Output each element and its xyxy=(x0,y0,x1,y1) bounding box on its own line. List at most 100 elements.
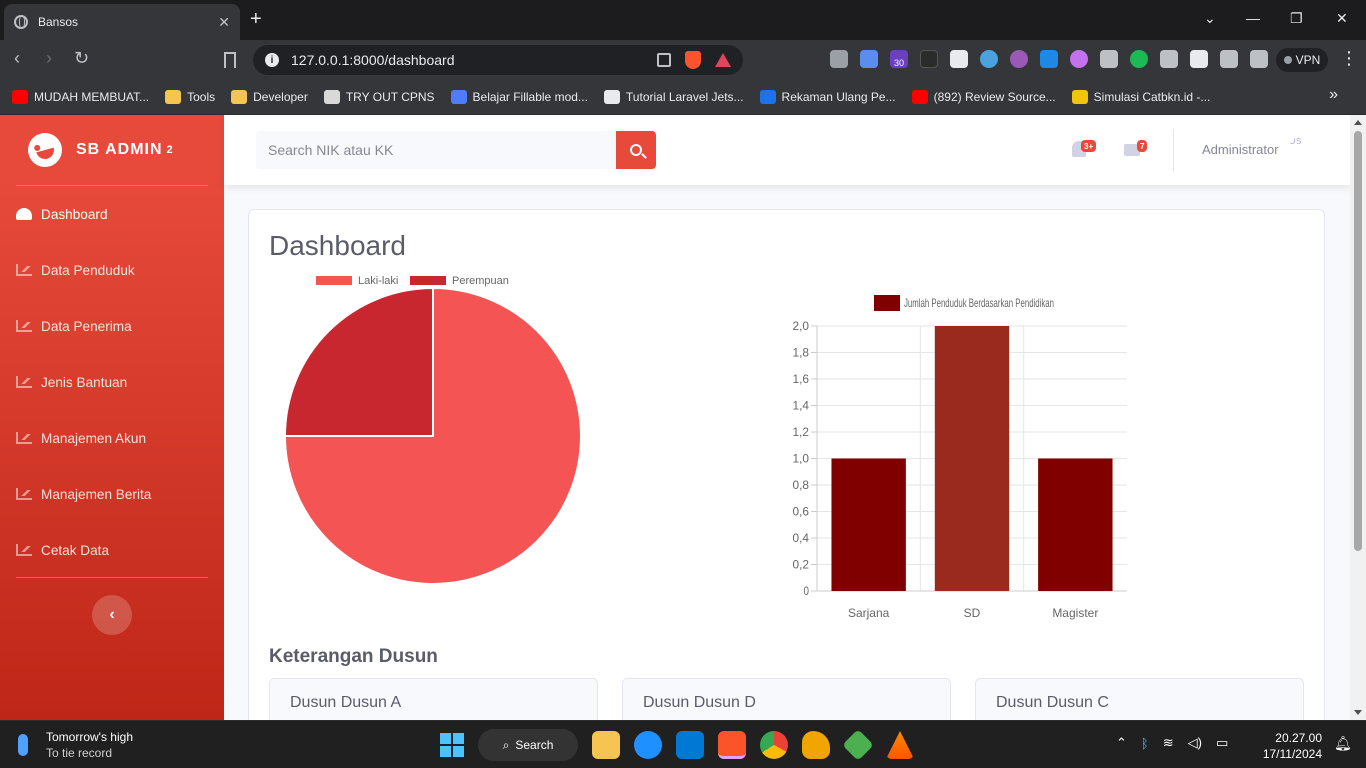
dashboard-card: Dashboard Laki-laki Perempuan Jumlah Pend… xyxy=(248,209,1325,720)
bookmark-item[interactable]: (892) Review Source... xyxy=(911,90,1056,104)
avatar[interactable]: Us xyxy=(1288,135,1320,167)
y-tick-label: 0 xyxy=(804,584,810,598)
weather-widget[interactable]: Tomorrow's high To tie record xyxy=(18,729,133,761)
wifi-icon[interactable]: ≋ xyxy=(1163,735,1174,751)
reload-icon[interactable]: ↻ xyxy=(74,48,89,69)
laugh-wink-icon xyxy=(24,129,66,171)
page-title: Dashboard xyxy=(269,230,406,261)
vpn-button[interactable]: VPN xyxy=(1276,48,1328,72)
browser-tab[interactable]: Bansos ✕ xyxy=(4,4,240,40)
sidebar-toggle-button[interactable]: ‹ xyxy=(92,595,132,635)
sidebar-item-manajemen-berita[interactable]: Manajemen Berita xyxy=(0,466,224,522)
brave-rewards-icon[interactable] xyxy=(715,53,731,67)
bookmark-item[interactable]: Rekaman Ulang Pe... xyxy=(759,90,896,104)
bookmark-item[interactable]: Simulasi Catbkn.id -... xyxy=(1071,90,1210,104)
bookmark-item[interactable]: Belajar Fillable mod... xyxy=(450,90,588,104)
clock[interactable]: 20.27.00 17/11/2024 xyxy=(1250,730,1322,762)
browser-tabstrip: Bansos ✕ + ⌄ — ❐ ✕ xyxy=(0,0,1366,40)
chevron-up-icon[interactable]: ⌃ xyxy=(1116,735,1127,751)
sidebar-item-data-penerima[interactable]: Data Penerima xyxy=(0,298,224,354)
sidebar-icon[interactable] xyxy=(1190,50,1208,68)
calendar-extension-icon[interactable]: 30 xyxy=(890,50,908,68)
user-name[interactable]: Administrator xyxy=(1202,142,1279,157)
minimize-icon[interactable]: — xyxy=(1246,10,1260,26)
site-info-icon[interactable]: i xyxy=(265,53,279,67)
taskbar-search-button[interactable]: ⌕ Search xyxy=(478,729,578,761)
box-extension-icon[interactable] xyxy=(950,50,968,68)
pie-slice[interactable] xyxy=(283,286,434,437)
globe-extension-icon[interactable] xyxy=(980,50,998,68)
brave-shields-icon[interactable] xyxy=(685,51,701,69)
camera-extension-icon[interactable] xyxy=(830,50,848,68)
vscode-icon[interactable] xyxy=(676,731,704,759)
l-extension-icon[interactable] xyxy=(920,50,938,68)
bookmark-item[interactable]: MUDAH MEMBUAT... xyxy=(12,90,149,104)
scroll-down-icon[interactable] xyxy=(1354,710,1362,715)
tab-close-icon[interactable]: ✕ xyxy=(218,14,230,31)
bookmark-page-icon[interactable] xyxy=(224,52,236,68)
fi-extension-icon[interactable] xyxy=(1040,50,1058,68)
pen-extension-icon[interactable] xyxy=(1100,50,1118,68)
chart-area-icon xyxy=(16,376,32,388)
tab-search-icon[interactable]: ⌄ xyxy=(1204,10,1216,27)
bookmark-label: TRY OUT CPNS xyxy=(345,90,435,104)
notification-bell-icon[interactable]: 🔔︎ xyxy=(1334,735,1352,752)
bar[interactable] xyxy=(831,458,906,592)
window-close-icon[interactable]: ✕ xyxy=(1336,10,1348,27)
weather-title: Tomorrow's high xyxy=(46,730,133,744)
x-tick-label: Magister xyxy=(1052,606,1098,620)
share-icon[interactable] xyxy=(657,53,671,67)
url-text[interactable]: 127.0.0.1:8000/dashboard xyxy=(291,52,657,68)
copy-extension-icon[interactable] xyxy=(860,50,878,68)
sidebar-item-jenis-bantuan[interactable]: Jenis Bantuan xyxy=(0,354,224,410)
sidebar-item-cetak-data[interactable]: Cetak Data xyxy=(0,522,224,578)
new-tab-button[interactable]: + xyxy=(250,8,262,30)
section-title: Keterangan Dusun xyxy=(269,646,438,667)
more-bookmarks-icon[interactable]: » xyxy=(1329,86,1338,104)
browser-menu-icon[interactable]: ⋮ xyxy=(1340,48,1358,69)
bookmark-item[interactable]: TRY OUT CPNS xyxy=(323,90,435,104)
page-scrollbar[interactable] xyxy=(1350,115,1366,720)
forward-icon[interactable]: › xyxy=(46,48,52,69)
legend-label: Perempuan xyxy=(452,275,509,287)
sidebar-brand[interactable]: SB ADMIN 2 xyxy=(0,115,224,185)
puzzle-icon[interactable] xyxy=(1160,50,1178,68)
color-extension-icon[interactable] xyxy=(1070,50,1088,68)
bookmarks-bar: MUDAH MEMBUAT... Tools Developer TRY OUT CP… xyxy=(0,80,1366,115)
wallet-icon[interactable] xyxy=(1220,50,1238,68)
restore-icon[interactable]: ❐ xyxy=(1290,10,1303,27)
scroll-thumb[interactable] xyxy=(1354,131,1362,551)
search-input[interactable] xyxy=(256,131,616,169)
dusun-card: Dusun Dusun D xyxy=(622,678,951,720)
chrome-icon[interactable] xyxy=(760,731,788,759)
address-bar[interactable]: i 127.0.0.1:8000/dashboard xyxy=(253,45,743,75)
sidebar-item-dashboard[interactable]: Dashboard xyxy=(0,186,224,242)
git-icon[interactable] xyxy=(842,729,874,761)
gear-extension-icon[interactable] xyxy=(1010,50,1028,68)
battery-icon[interactable]: ▭ xyxy=(1216,735,1228,751)
search-button[interactable] xyxy=(616,131,656,169)
vlc-icon[interactable] xyxy=(886,731,914,759)
bar[interactable] xyxy=(934,326,1010,591)
bookmark-item[interactable]: Tutorial Laravel Jets... xyxy=(603,90,744,104)
scroll-up-icon[interactable] xyxy=(1354,120,1362,125)
eye-extension-icon[interactable] xyxy=(1130,50,1148,68)
back-icon[interactable]: ‹ xyxy=(14,48,20,69)
search-icon: ⌕ xyxy=(502,737,510,752)
volume-icon[interactable]: ◁) xyxy=(1188,735,1202,751)
edge-icon[interactable] xyxy=(634,731,662,759)
file-explorer-icon[interactable] xyxy=(592,731,620,759)
legend-label: Jumlah Penduduk Berdasarkan Pendidikan xyxy=(904,296,1054,310)
bar[interactable] xyxy=(1038,458,1113,592)
brave-icon[interactable] xyxy=(718,731,746,759)
sidebar-item-manajemen-akun[interactable]: Manajemen Akun xyxy=(0,410,224,466)
bookmark-item[interactable]: Tools xyxy=(165,90,215,104)
bluetooth-icon[interactable]: ᛒ xyxy=(1141,736,1149,751)
leo-ai-icon[interactable] xyxy=(1250,50,1268,68)
bookmark-item[interactable]: Developer xyxy=(231,90,308,104)
sidebar-item-data-penduduk[interactable]: Data Penduduk xyxy=(0,242,224,298)
turtle-app-icon[interactable] xyxy=(802,731,830,759)
windows-start-icon[interactable] xyxy=(440,733,464,757)
sidebar-item-label: Data Penduduk xyxy=(41,262,135,278)
alerts-badge: 3+ xyxy=(1081,140,1097,152)
